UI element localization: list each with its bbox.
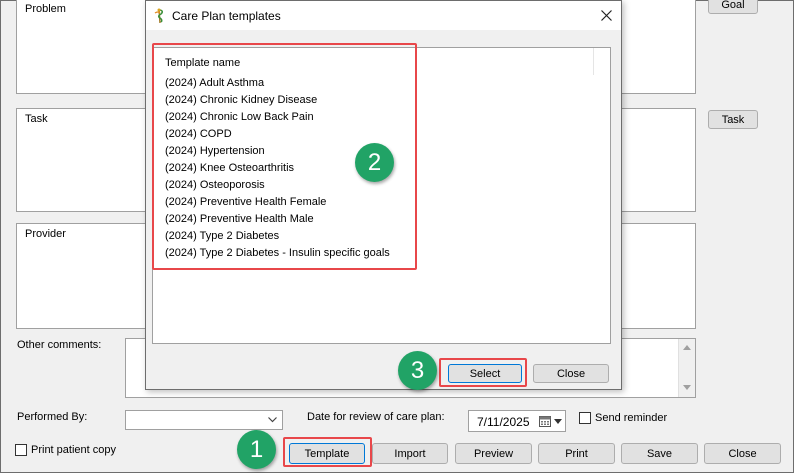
select-highlight xyxy=(439,358,527,387)
save-button[interactable]: Save xyxy=(621,443,698,464)
calendar-icon[interactable] xyxy=(539,415,551,427)
other-comments-label: Other comments: xyxy=(17,339,102,351)
task-button[interactable]: Task xyxy=(708,110,758,129)
caduceus-icon xyxy=(154,8,164,24)
close-button[interactable]: Close xyxy=(704,443,781,464)
review-date-value: 7/11/2025 xyxy=(477,415,530,429)
import-button[interactable]: Import xyxy=(372,443,448,464)
callout-3: 3 xyxy=(398,351,437,390)
date-dropdown-icon[interactable] xyxy=(554,419,562,424)
comments-scrollbar[interactable] xyxy=(678,339,695,397)
review-date-input[interactable]: 7/11/2025 xyxy=(468,410,566,432)
performed-by-select[interactable] xyxy=(125,410,283,430)
performed-by-label: Performed By: xyxy=(17,411,88,423)
print-button[interactable]: Print xyxy=(538,443,615,464)
template-highlight xyxy=(283,437,372,467)
callout-2: 2 xyxy=(355,143,394,182)
print-patient-copy-label: Print patient copy xyxy=(31,444,116,456)
template-list-header-divider xyxy=(593,48,594,75)
scroll-down-icon[interactable] xyxy=(683,385,691,390)
problem-label: Problem xyxy=(25,3,66,15)
close-icon[interactable] xyxy=(601,10,612,21)
dialog-close-button[interactable]: Close xyxy=(533,364,609,383)
send-reminder-checkbox[interactable] xyxy=(579,412,591,424)
print-patient-copy-checkbox[interactable] xyxy=(15,444,27,456)
callout-1: 1 xyxy=(237,430,276,469)
goal-button[interactable]: Goal xyxy=(708,0,758,14)
provider-label: Provider xyxy=(25,228,66,240)
chevron-down-icon xyxy=(268,417,277,423)
preview-button[interactable]: Preview xyxy=(455,443,532,464)
task-label: Task xyxy=(25,113,48,125)
scroll-up-icon[interactable] xyxy=(683,345,691,350)
dialog-title: Care Plan templates xyxy=(172,9,281,23)
send-reminder-label: Send reminder xyxy=(595,412,668,424)
dialog-title-bar[interactable]: Care Plan templates xyxy=(146,1,621,30)
review-date-label: Date for review of care plan: xyxy=(307,411,445,423)
